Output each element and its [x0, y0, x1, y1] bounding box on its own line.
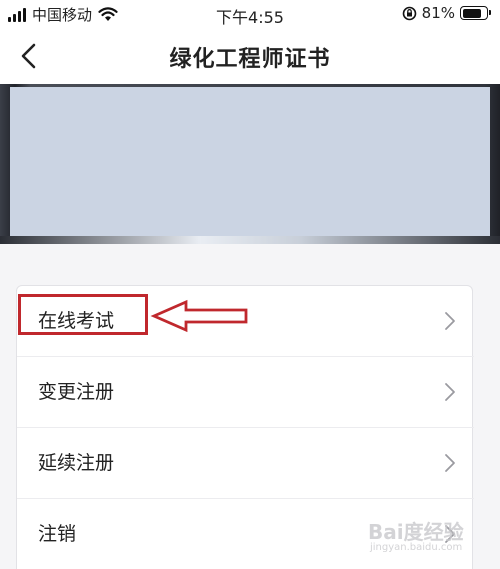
status-right: 81% [402, 4, 491, 22]
annotation-arrow-icon [150, 299, 248, 333]
chevron-right-icon [445, 312, 455, 330]
watermark-logo: Bai度经验 jingyan.baidu.com [368, 512, 498, 564]
banner-image [0, 84, 500, 244]
battery-fill [462, 8, 482, 18]
status-bar: 中国移动 下午4:55 81% [0, 0, 500, 28]
banner-bottom-strip [0, 236, 500, 244]
annotation-highlight-box [18, 294, 148, 335]
menu-item-label: 延续注册 [38, 452, 115, 474]
orientation-lock-icon [402, 6, 416, 20]
battery-percent: 81% [421, 4, 455, 22]
battery-icon [460, 6, 491, 20]
watermark-site: jingyan.baidu.com [370, 542, 463, 553]
page-title: 绿化工程师证书 [169, 47, 331, 72]
watermark-brand: Bai度经验 [368, 520, 464, 544]
nav-bar: 绿化工程师证书 [0, 28, 500, 84]
menu-item-change-registration[interactable]: 变更注册 [17, 357, 474, 427]
menu-item-renew-registration[interactable]: 延续注册 [17, 428, 474, 498]
menu-item-label: 注销 [38, 523, 77, 545]
chevron-right-icon [445, 454, 455, 472]
menu-item-label: 变更注册 [38, 381, 115, 403]
chevron-right-icon [445, 383, 455, 401]
banner-blurred-area [10, 87, 490, 241]
